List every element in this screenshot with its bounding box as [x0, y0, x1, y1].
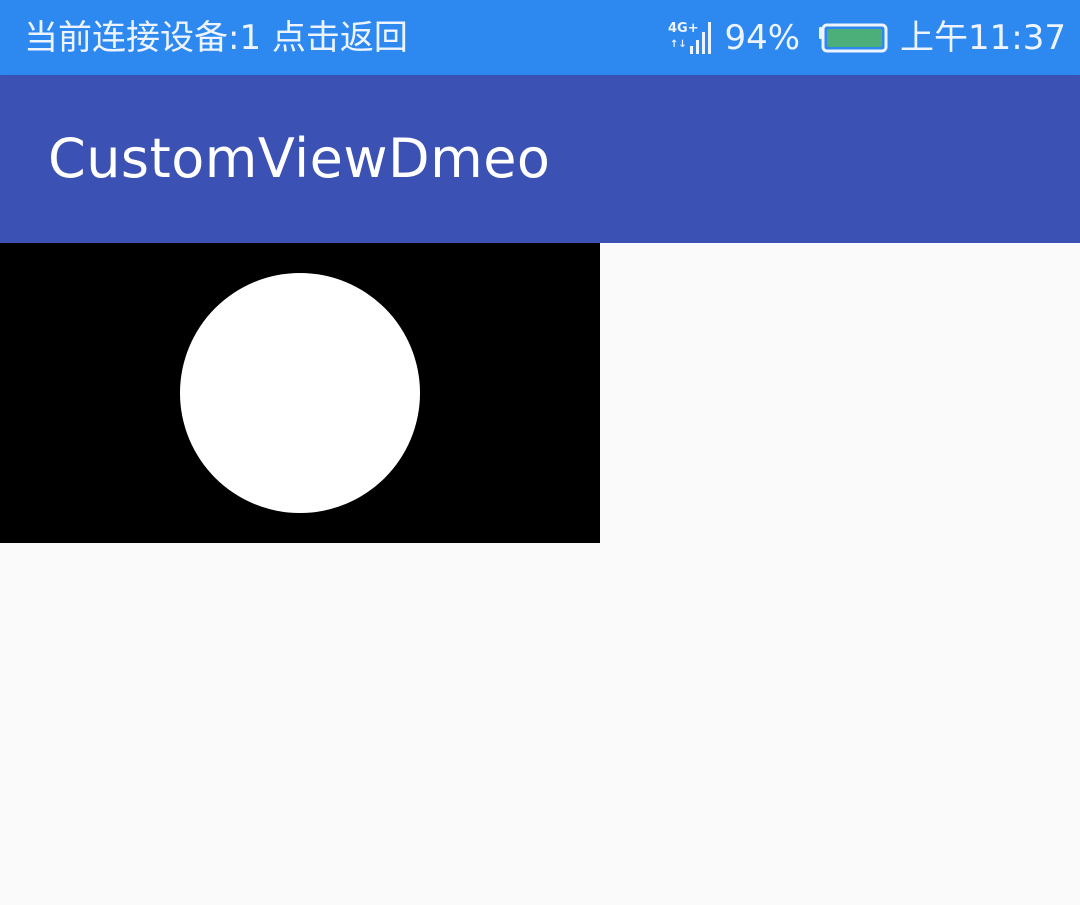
content-area	[0, 243, 1080, 905]
custom-view-canvas[interactable]	[0, 243, 600, 543]
signal-4g-icon: 4G+ ↑↓	[668, 21, 712, 54]
status-bar: 当前连接设备:1 点击返回 4G+ ↑↓ 94% 上午11:37	[0, 0, 1080, 75]
battery-icon	[819, 23, 888, 53]
app-toolbar: CustomViewDmeo	[0, 75, 1080, 243]
status-time: 上午11:37	[900, 18, 1066, 58]
battery-percent: 94%	[724, 18, 801, 58]
network-type-label: 4G+	[668, 21, 699, 36]
status-right-group: 4G+ ↑↓ 94% 上午11:37	[668, 18, 1066, 58]
app-title: CustomViewDmeo	[48, 127, 551, 190]
white-circle-shape	[180, 273, 420, 513]
svg-text:↑↓: ↑↓	[670, 39, 687, 50]
status-notification-text[interactable]: 当前连接设备:1 点击返回	[24, 18, 408, 58]
